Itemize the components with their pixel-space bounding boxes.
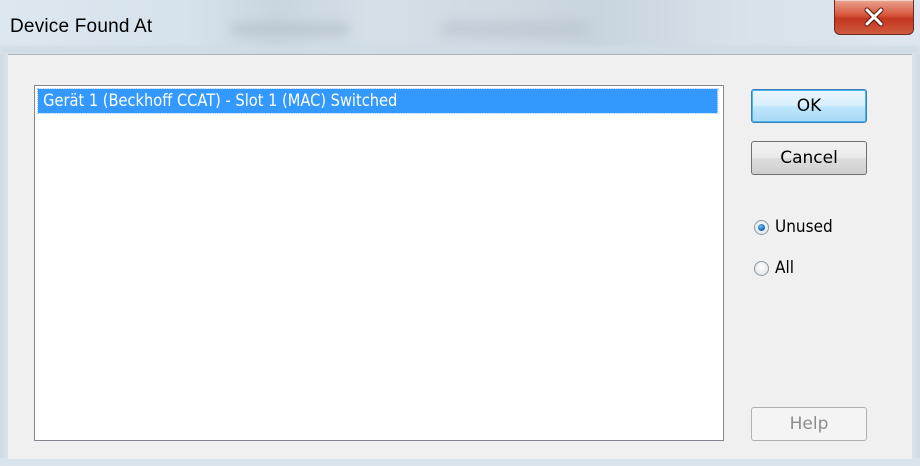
title-bar-edge — [0, 46, 920, 54]
window-frame-right — [912, 54, 920, 466]
radio-unused[interactable]: Unused — [754, 214, 839, 240]
blurred-background — [230, 22, 350, 36]
dialog-client-area: Gerät 1 (Beckhoff CCAT) - Slot 1 (MAC) S… — [8, 54, 912, 459]
ok-button[interactable]: OK — [751, 89, 867, 123]
radio-checked-icon[interactable] — [754, 219, 769, 235]
title-bar[interactable]: Device Found At — [0, 0, 920, 54]
device-found-at-dialog: Device Found At Gerät 1 (Beckhoff CCAT) … — [0, 0, 920, 466]
radio-unused-label: Unused — [775, 217, 833, 237]
window-frame-bottom — [0, 458, 920, 466]
window-title: Device Found At — [10, 16, 153, 37]
radio-all[interactable]: All — [754, 255, 796, 281]
close-icon — [864, 7, 884, 27]
radio-all-label: All — [775, 258, 794, 278]
help-button[interactable]: Help — [751, 407, 867, 441]
list-item-selected[interactable]: Gerät 1 (Beckhoff CCAT) - Slot 1 (MAC) S… — [37, 88, 719, 114]
radio-unchecked-icon[interactable] — [754, 260, 769, 276]
blurred-background — [440, 22, 590, 36]
device-list[interactable]: Gerät 1 (Beckhoff CCAT) - Slot 1 (MAC) S… — [34, 85, 724, 441]
cancel-button[interactable]: Cancel — [751, 141, 867, 175]
window-frame-left — [0, 54, 8, 466]
close-button[interactable] — [834, 0, 914, 35]
